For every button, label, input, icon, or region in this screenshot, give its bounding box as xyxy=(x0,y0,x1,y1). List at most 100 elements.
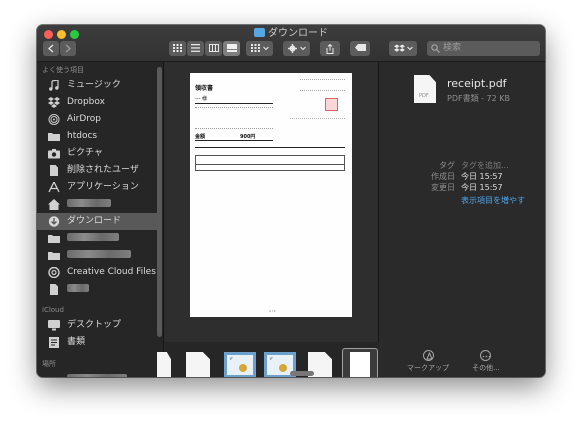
sidebar-item-folder[interactable] xyxy=(37,247,157,264)
file-kind: PDF書類 - 72 KB xyxy=(447,94,511,103)
titlebar: ダウンロード 検索 xyxy=(37,25,545,62)
seal-stamp xyxy=(325,98,338,111)
more-button[interactable]: その他... xyxy=(456,363,516,373)
pdf-page-preview[interactable]: 領収書 --- 様 金額 900円 1 / 1 xyxy=(190,73,352,317)
sidebar-item-label: htdocs xyxy=(67,131,98,141)
grid-view-icon xyxy=(173,44,182,52)
back-button[interactable] xyxy=(43,41,59,56)
document-icon xyxy=(50,165,58,176)
view-list-button[interactable] xyxy=(187,41,204,56)
gallery-preview-pane: 領収書 --- 様 金額 900円 1 / 1 𝒞 𝒞 xyxy=(157,62,379,377)
chevron-right-icon xyxy=(65,44,71,53)
modified-value: 今日 15:57 xyxy=(461,183,503,192)
forward-button[interactable] xyxy=(60,41,76,56)
redacted-label xyxy=(67,199,111,207)
sidebar-item-location[interactable] xyxy=(37,371,157,377)
applications-icon xyxy=(48,182,60,193)
items-table-row xyxy=(195,165,345,171)
dropbox-icon xyxy=(393,44,413,52)
thumbnail-strip: 𝒞 𝒞 xyxy=(157,342,379,377)
thumbnail-document[interactable] xyxy=(157,352,171,377)
action-menu-button[interactable] xyxy=(283,41,310,56)
amount-label: 金額 xyxy=(195,134,206,140)
markup-icon[interactable] xyxy=(423,350,434,361)
airdrop-icon xyxy=(48,114,60,125)
thumbnail-selected-receipt[interactable] xyxy=(342,348,378,377)
chevron-left-icon xyxy=(48,44,54,53)
sidebar: よく使う項目 ミュージック Dropbox AirDrop htdocs ピクチ… xyxy=(37,62,164,377)
resize-handle[interactable] xyxy=(290,371,314,376)
camera-icon xyxy=(48,149,60,159)
sidebar-item-desktop[interactable]: デスクトップ xyxy=(37,317,157,334)
list-view-icon xyxy=(191,44,200,52)
markup-button[interactable]: マークアップ xyxy=(398,363,458,373)
sidebar-item-applications[interactable]: アプリケーション xyxy=(37,179,157,196)
sidebar-item-label: Creative Cloud Files xyxy=(67,267,156,277)
thumbnail-document[interactable] xyxy=(186,352,210,377)
sidebar-item-music[interactable]: ミュージック xyxy=(37,77,157,94)
receipt-title: 領収書 xyxy=(195,85,214,92)
view-columns-button[interactable] xyxy=(205,41,222,56)
sidebar-section-favorites: よく使う項目 xyxy=(42,66,84,74)
sidebar-item-downloads[interactable]: ダウンロード xyxy=(37,213,157,230)
sidebar-section-icloud: iCloud xyxy=(42,306,64,314)
sidebar-item-label: ダウンロード xyxy=(67,216,122,226)
folder-icon xyxy=(254,28,265,37)
show-more-link[interactable]: 表示項目を増やす xyxy=(461,195,525,206)
columns-view-icon xyxy=(208,44,219,52)
dropbox-menu-button[interactable] xyxy=(389,41,417,56)
redacted-label xyxy=(67,374,127,377)
group-by-button[interactable] xyxy=(246,41,273,56)
more-icon[interactable] xyxy=(480,350,491,361)
created-label: 作成日 xyxy=(431,172,455,181)
finder-window: ダウンロード 検索 よく使う項目 ミュージック Dropbox AirDrop … xyxy=(37,25,545,377)
page-number: 1 / 1 xyxy=(269,309,276,313)
sidebar-item-label: 書類 xyxy=(67,337,86,347)
sidebar-item-pictures[interactable]: ピクチャ xyxy=(37,145,157,162)
group-icon xyxy=(250,44,269,52)
sidebar-item-htdocs[interactable]: htdocs xyxy=(37,128,157,145)
search-input[interactable]: 検索 xyxy=(427,41,540,56)
tags-button[interactable] xyxy=(350,41,370,56)
sidebar-item-creative-cloud[interactable]: Creative Cloud Files xyxy=(37,264,157,281)
sidebar-scrollbar[interactable] xyxy=(157,67,162,337)
thumbnail-certificate[interactable]: 𝒞 xyxy=(224,352,256,377)
sidebar-item-dropbox[interactable]: Dropbox xyxy=(37,94,157,111)
sidebar-item-label: ピクチャ xyxy=(67,148,103,158)
sidebar-item-documents[interactable]: 書類 xyxy=(37,334,157,351)
sidebar-item-folder[interactable] xyxy=(37,230,157,247)
tag-icon xyxy=(354,44,366,51)
amount-value: 900円 xyxy=(240,134,256,140)
sidebar-item-airdrop[interactable]: AirDrop xyxy=(37,111,157,128)
issuer-info xyxy=(300,79,345,91)
view-gallery-button[interactable] xyxy=(223,41,240,56)
gear-icon xyxy=(287,44,306,53)
file-name: receipt.pdf xyxy=(447,77,507,90)
home-icon xyxy=(48,199,60,210)
sidebar-section-locations: 場所 xyxy=(42,360,56,368)
tags-input[interactable]: タグを追加... xyxy=(461,160,509,171)
seal-icon xyxy=(239,364,247,372)
redacted-label xyxy=(67,284,89,292)
redacted-label xyxy=(67,233,119,241)
info-pane: PDF receipt.pdf PDF書類 - 72 KB タグ タグを追加..… xyxy=(380,62,545,377)
sidebar-item-home[interactable] xyxy=(37,196,157,213)
document-icon xyxy=(50,284,58,295)
share-button[interactable] xyxy=(320,41,340,56)
sidebar-item-label: デスクトップ xyxy=(67,320,122,330)
modified-label: 変更日 xyxy=(431,183,455,192)
view-icons-button[interactable] xyxy=(169,41,186,56)
certificate-icon: 𝒞 xyxy=(229,356,232,361)
sidebar-item-label: アプリケーション xyxy=(67,182,139,192)
pdf-badge: PDF xyxy=(419,93,429,99)
sidebar-item-label: 削除されたユーザ xyxy=(67,165,139,175)
folder-icon xyxy=(48,235,60,243)
documents-icon xyxy=(49,337,59,348)
sidebar-item-deleted-users[interactable]: 削除されたユーザ xyxy=(37,162,157,179)
download-icon xyxy=(48,216,60,227)
search-placeholder: 検索 xyxy=(443,43,462,53)
sidebar-item-document[interactable] xyxy=(37,281,157,298)
pdf-file-icon: PDF xyxy=(414,75,436,103)
document-icon xyxy=(350,352,370,377)
creative-cloud-icon xyxy=(48,267,60,278)
